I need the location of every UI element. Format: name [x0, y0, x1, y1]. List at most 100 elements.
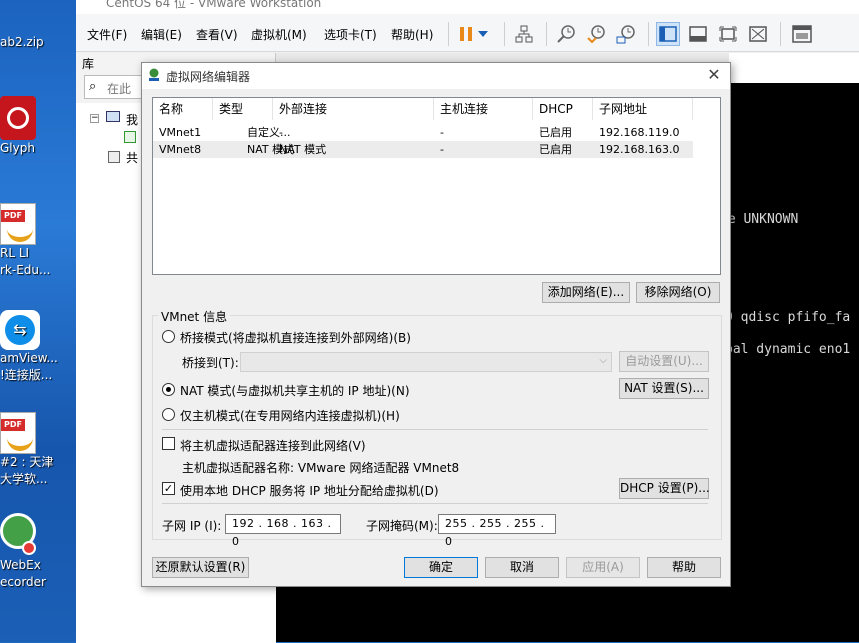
tree-item-my-computer[interactable]: 我	[126, 111, 138, 128]
desktop-icon-label: 大学软...	[0, 472, 48, 486]
help-button[interactable]: 帮助	[647, 557, 721, 578]
subnet-mask-label: 子网掩码(M):	[366, 519, 438, 533]
ok-button[interactable]: 确定	[404, 557, 478, 578]
remove-network-button[interactable]: 移除网络(O)	[636, 282, 720, 303]
desktop-icon-label: rk-Edu...	[0, 263, 51, 277]
glyph-app-icon	[0, 96, 36, 140]
desktop-icon-pdf-1[interactable]: PDF RL LI rk-Edu...	[0, 203, 80, 279]
menu-help[interactable]: 帮助(H)	[391, 26, 433, 43]
subnet-mask-input[interactable]: 255 . 255 . 255 . 0	[438, 514, 556, 548]
cell-host: -	[440, 126, 444, 139]
computer-icon	[106, 111, 120, 122]
console-view-icon[interactable]	[686, 22, 710, 46]
add-network-button[interactable]: 添加网络(E)...	[542, 282, 630, 303]
use-dhcp-checkbox[interactable]: ✓	[162, 482, 175, 495]
column-header-type[interactable]: 类型	[213, 98, 273, 120]
bridge-mode-radio[interactable]	[162, 330, 175, 343]
cell-dhcp: 已启用	[539, 143, 572, 156]
cell-name: VMnet8	[159, 143, 202, 156]
column-header-dhcp[interactable]: DHCP	[533, 98, 593, 120]
use-dhcp-label[interactable]: 使用本地 DHCP 服务将 IP 地址分配给虚拟机(D)	[180, 482, 439, 499]
cell-external: NAT 模式	[279, 143, 327, 156]
tree-expand-icon[interactable]: −	[90, 114, 99, 123]
vmnet-info-group	[152, 315, 722, 540]
pdf-file-icon: PDF	[0, 412, 36, 454]
desktop-icon-label: ecorder	[0, 575, 46, 589]
network-list[interactable]: 名称 类型 外部连接 主机连接 DHCP 子网地址 VMnet1 自定义... …	[152, 97, 721, 275]
adapter-name-text: 主机虚拟适配器名称: VMware 网络适配器 VMnet8	[182, 461, 460, 475]
pause-icon[interactable]	[454, 22, 478, 46]
menu-edit[interactable]: 编辑(E)	[141, 26, 182, 43]
bridge-mode-label[interactable]: 桥接模式(将虚拟机直接连接到外部网络)(B)	[180, 329, 411, 346]
dialog-title: 虚拟网络编辑器	[166, 70, 251, 84]
desktop-icon-glyph[interactable]: Glyph	[0, 96, 80, 157]
vmnet-info-label: VMnet 信息	[158, 308, 231, 325]
tree-item-shared[interactable]: 共	[126, 149, 138, 166]
connect-adapter-checkbox[interactable]	[162, 437, 175, 450]
desktop-icon-zip[interactable]: ab2.zip	[0, 34, 80, 51]
host-only-label[interactable]: 仅主机模式(在专用网络内连接虚拟机)(H)	[180, 407, 400, 424]
nat-settings-button[interactable]: NAT 设置(S)...	[619, 378, 709, 399]
auto-settings-button[interactable]: 自动设置(U)...	[619, 351, 709, 372]
host-only-radio[interactable]	[162, 408, 175, 421]
desktop-icon-label: !连接版...	[0, 368, 53, 382]
menu-bar: 文件(F) 编辑(E) 查看(V) 虚拟机(M) 选项卡(T) 帮助(H)	[76, 14, 859, 52]
nat-mode-label[interactable]: NAT 模式(与虚拟机共享主机的 IP 地址)(N)	[180, 382, 410, 399]
window-title: CentOS 64 位 - VMware Workstation	[76, 0, 859, 14]
unity-icon[interactable]	[746, 22, 770, 46]
library-search-input[interactable]: ⌕ 在此	[84, 75, 142, 99]
desktop-icon-teamviewer[interactable]: ⇆ amView... !连接版...	[0, 310, 80, 384]
menu-vm[interactable]: 虚拟机(M)	[251, 26, 307, 43]
menu-view[interactable]: 查看(V)	[196, 26, 238, 43]
table-row[interactable]: VMnet1 自定义... - - 已启用 192.168.119.0	[153, 124, 693, 141]
menu-file[interactable]: 文件(F)	[87, 26, 127, 43]
dhcp-settings-button[interactable]: DHCP 设置(P)...	[619, 478, 710, 499]
desktop-icon-label: RL LI	[0, 246, 30, 260]
fullscreen-icon[interactable]	[716, 22, 740, 46]
chevron-down-icon: ⌵	[599, 355, 607, 366]
nat-mode-radio[interactable]	[162, 383, 175, 396]
column-header-subnet[interactable]: 子网地址	[593, 98, 693, 120]
cell-external: -	[279, 126, 283, 139]
vm-tab-area	[729, 53, 859, 83]
bridge-to-select[interactable]: ⌵	[240, 352, 612, 372]
desktop-icon-webex[interactable]: WebEx ecorder	[0, 513, 80, 591]
subnet-ip-label: 子网 IP (I):	[162, 519, 222, 533]
snapshot-icon[interactable]	[554, 22, 578, 46]
menu-tabs[interactable]: 选项卡(T)	[324, 26, 377, 43]
cancel-button[interactable]: 取消	[485, 557, 559, 578]
revert-snapshot-icon[interactable]	[584, 22, 608, 46]
desktop-icon-label: WebEx	[0, 558, 41, 572]
tab-view-icon[interactable]	[790, 22, 814, 46]
column-header-host[interactable]: 主机连接	[434, 98, 533, 120]
column-header-external[interactable]: 外部连接	[273, 98, 434, 120]
network-globe-icon	[149, 68, 159, 81]
search-icon: ⌕	[89, 79, 97, 94]
network-icon[interactable]	[512, 22, 536, 46]
cell-subnet: 192.168.119.0	[599, 126, 680, 139]
table-row-selected[interactable]: VMnet8 NAT 模式 NAT 模式 - 已启用 192.168.163.0	[153, 141, 693, 158]
close-icon[interactable]: ✕	[704, 65, 724, 85]
dialog-titlebar[interactable]: 虚拟网络编辑器 ✕	[142, 63, 730, 89]
desktop: ab2.zip Glyph PDF RL LI rk-Edu... ⇆ amVi…	[0, 0, 80, 642]
console-line: te UNKNOWN	[720, 212, 799, 227]
desktop-icon-pdf-2[interactable]: PDF #2 : 天津 大学软...	[0, 412, 80, 488]
cell-subnet: 192.168.163.0	[599, 143, 680, 156]
webex-recorder-icon	[0, 513, 40, 557]
cell-host: -	[440, 143, 444, 156]
chevron-down-icon[interactable]	[476, 22, 490, 46]
snapshot-manager-icon[interactable]	[614, 22, 638, 46]
desktop-icon-label: #2 : 天津	[0, 455, 54, 469]
restore-defaults-button[interactable]: 还原默认设置(R)	[152, 557, 249, 578]
library-title: 库	[82, 57, 95, 71]
divider	[162, 503, 708, 504]
console-line: 0 qdisc pfifo_fa	[725, 310, 851, 325]
desktop-icon-label: amView...	[0, 351, 58, 365]
sidebar-toggle-icon[interactable]	[656, 22, 680, 46]
column-header-name[interactable]: 名称	[153, 98, 213, 120]
apply-button[interactable]: 应用(A)	[566, 557, 640, 578]
console-line: bal dynamic eno1	[725, 342, 851, 357]
subnet-ip-input[interactable]: 192 . 168 . 163 . 0	[225, 514, 341, 548]
cell-name: VMnet1	[159, 126, 202, 139]
connect-adapter-label[interactable]: 将主机虚拟适配器连接到此网络(V)	[180, 437, 366, 454]
